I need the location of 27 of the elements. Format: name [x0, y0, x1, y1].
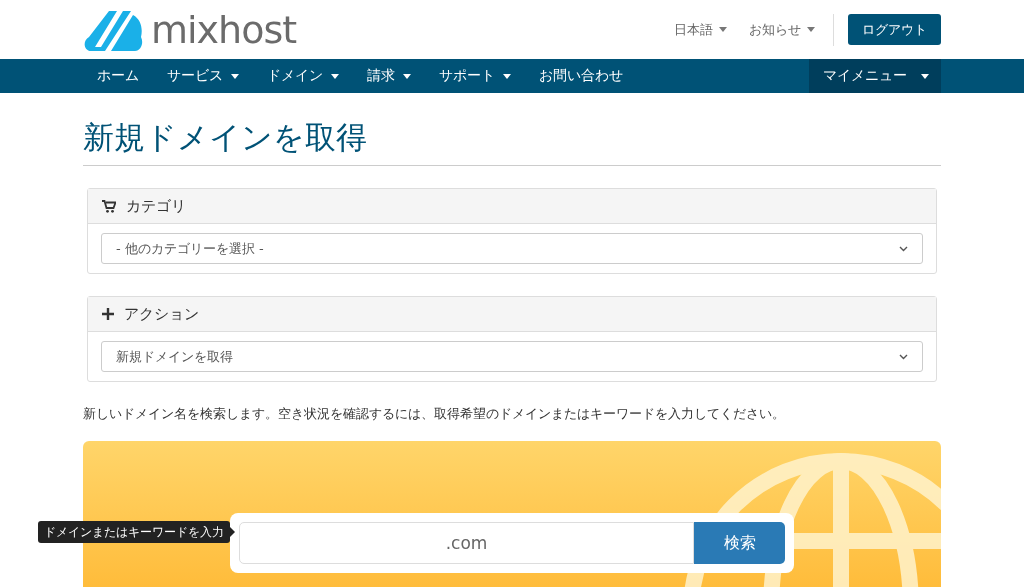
domain-input[interactable]: .com [239, 522, 694, 564]
top-link[interactable]: 日本語 [674, 20, 727, 39]
panel-title: アクション [124, 304, 199, 324]
nav-item[interactable]: 請求 [353, 59, 425, 93]
select-field[interactable]: 新規ドメインを取得 [101, 341, 923, 372]
top-link[interactable]: お知らせ [749, 20, 815, 39]
nav-item[interactable]: お問い合わせ [525, 59, 637, 93]
caret-icon [807, 27, 815, 32]
plus-icon [102, 308, 114, 320]
my-menu[interactable]: マイメニュー [809, 59, 941, 93]
nav-item[interactable]: ドメイン [253, 59, 353, 93]
select-field[interactable]: - 他のカテゴリーを選択 - [101, 233, 923, 264]
nav-item[interactable]: サービス [153, 59, 253, 93]
nav-item[interactable]: ホーム [83, 59, 153, 93]
tooltip: ドメインまたはキーワードを入力 [38, 521, 230, 543]
nav-item[interactable]: サポート [425, 59, 525, 93]
panel-title: カテゴリ [126, 196, 186, 216]
logout-button[interactable]: ログアウト [848, 14, 941, 45]
caret-icon [719, 27, 727, 32]
chevron-down-icon [899, 245, 908, 252]
tooltip-arrow-icon [230, 527, 235, 537]
description: 新しいドメイン名を検索します。空き状況を確認するには、取得希望のドメインまたはキーワードを入力してください。 [83, 406, 786, 423]
cart-icon [102, 199, 116, 213]
chevron-down-icon [899, 353, 908, 360]
search-button[interactable]: 検索 [694, 522, 785, 564]
page-title: 新規ドメインを取得 [83, 117, 941, 166]
logo-text[interactable]: mixhost [151, 7, 297, 52]
